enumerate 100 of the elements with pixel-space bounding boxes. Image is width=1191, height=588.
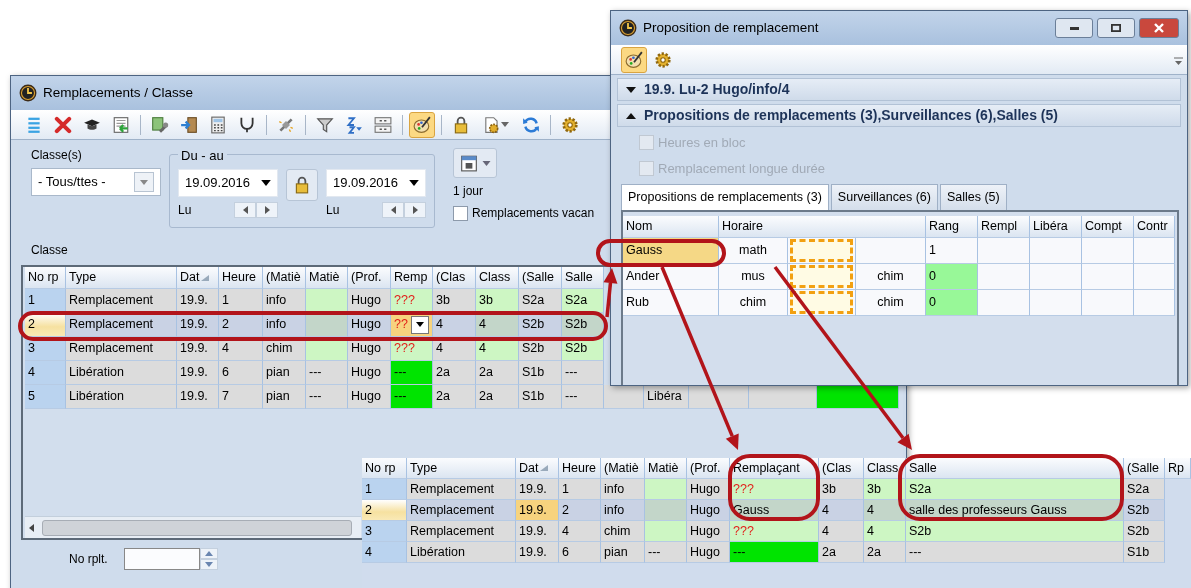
close-button[interactable] — [1139, 18, 1179, 38]
tab[interactable]: Surveillances (6) — [830, 184, 938, 210]
table-cell: 4 — [819, 500, 864, 521]
lock-button[interactable] — [286, 169, 318, 201]
column-header[interactable]: (Clas — [819, 458, 864, 479]
number-field[interactable] — [123, 548, 200, 570]
table-cell: --- — [306, 385, 348, 409]
table-cell — [306, 313, 348, 337]
left-arrow-icon — [29, 523, 34, 532]
caret-icon — [140, 179, 148, 185]
column-header[interactable]: Compt — [1082, 215, 1134, 238]
table-cell: Remplacement — [407, 479, 516, 500]
column-header[interactable]: (Prof. — [348, 267, 391, 289]
callout-arrow — [603, 268, 618, 318]
column-header[interactable]: Matiè — [645, 458, 687, 479]
row-number[interactable]: 1 — [25, 289, 66, 313]
sort-arrow-icon — [540, 465, 549, 471]
next-button[interactable] — [256, 202, 278, 218]
table-cell — [645, 479, 687, 500]
table-cell: Remplacement — [407, 500, 516, 521]
column-header[interactable]: Matiè — [306, 267, 348, 289]
column-header[interactable]: Rempl — [978, 215, 1030, 238]
column-header[interactable]: Heure — [559, 458, 601, 479]
column-header[interactable]: (Salle — [1124, 458, 1165, 479]
tab[interactable]: Salles (5) — [939, 184, 1007, 210]
table-cell — [645, 500, 687, 521]
column-header[interactable]: Remp — [391, 267, 433, 289]
column-header[interactable]: No rp — [362, 458, 407, 479]
horizontal-scrollbar[interactable] — [25, 516, 361, 538]
table-cell: 0 — [926, 263, 978, 290]
column-header[interactable]: (Prof. — [687, 458, 730, 479]
table-cell: 4 — [864, 521, 906, 542]
date-field[interactable]: 19.09.2016 — [178, 169, 278, 197]
previous-button[interactable] — [234, 202, 256, 218]
previous-button[interactable] — [382, 202, 404, 218]
table-icon — [374, 115, 392, 134]
column-header[interactable]: (Matiè — [263, 267, 306, 289]
table-cell: --- — [730, 542, 819, 563]
table-cell: Hugo — [348, 313, 391, 337]
palette-icon — [413, 115, 431, 134]
column-header[interactable]: Dat — [177, 267, 219, 289]
table-cell: Hugo — [348, 385, 391, 409]
column-header[interactable]: (Salle — [519, 267, 562, 289]
table-cell: info — [601, 500, 645, 521]
table-cell: 4 — [559, 521, 601, 542]
column-header[interactable]: (Matiè — [601, 458, 645, 479]
palette-icon — [625, 50, 643, 69]
table-cell: pian — [263, 361, 306, 385]
table-cell: S2b — [519, 313, 562, 337]
day-label: Lu — [326, 202, 340, 219]
column-header[interactable]: Dat — [516, 458, 559, 479]
column-header[interactable]: Contr — [1134, 215, 1175, 238]
next-button[interactable] — [404, 202, 426, 218]
column-header[interactable]: Horaire — [719, 215, 926, 238]
day-label: Lu — [178, 202, 192, 219]
column-header[interactable]: Type — [407, 458, 516, 479]
column-header[interactable]: (Clas — [433, 267, 476, 289]
column-header[interactable]: Type — [66, 267, 177, 289]
row-number[interactable]: 3 — [362, 521, 407, 542]
toolbar-button[interactable] — [409, 111, 435, 138]
column-header[interactable]: Libéra — [1030, 215, 1082, 238]
class-select[interactable]: - Tous/ttes - — [31, 168, 161, 196]
table-cell: Remplacement — [66, 289, 177, 313]
table-cell: 2a — [819, 542, 864, 563]
column-header[interactable]: Class — [476, 267, 519, 289]
table-cell: 19.9. — [177, 313, 219, 337]
column-header[interactable]: Heure — [219, 267, 263, 289]
caret-icon — [409, 180, 419, 186]
wrench-icon — [151, 115, 169, 134]
column-header[interactable]: Nom — [623, 215, 719, 238]
section-header[interactable]: 19.9. Lu-2 Hugo/info/4 — [617, 78, 1181, 101]
section-header[interactable]: Propositions de remplacements (3),Surveillances (6),Salles (5) — [617, 104, 1181, 127]
table-cell: 3b — [864, 479, 906, 500]
filter-icon — [316, 115, 334, 134]
dropdown-button[interactable] — [411, 315, 429, 334]
row-number[interactable]: 2 — [362, 500, 407, 521]
checkbox[interactable] — [453, 205, 468, 221]
column-header[interactable]: Rp — [1165, 458, 1191, 479]
tab[interactable]: Propositions de remplacements (3) — [621, 184, 829, 210]
column-header[interactable]: Salle — [562, 267, 604, 289]
column-header[interactable]: Rang — [926, 215, 978, 238]
column-header[interactable]: Salle — [906, 458, 1124, 479]
column-header[interactable]: Class — [864, 458, 906, 479]
date-field[interactable]: 19.09.2016 — [326, 169, 426, 197]
spin-up-button[interactable] — [199, 548, 218, 559]
table-cell: 19.9. — [516, 521, 559, 542]
right-arrow-icon — [264, 206, 270, 214]
row-number[interactable]: 5 — [25, 385, 66, 409]
column-header[interactable]: No rp — [25, 267, 66, 289]
row-number[interactable]: 4 — [362, 542, 407, 563]
toolbar-button[interactable] — [621, 46, 647, 73]
row-number[interactable]: 4 — [25, 361, 66, 385]
calendar-dropdown-button[interactable] — [453, 148, 497, 178]
maximize-button[interactable] — [1097, 18, 1135, 38]
scrollbar-thumb[interactable] — [42, 519, 352, 536]
settings-icon — [561, 115, 579, 134]
spin-down-button[interactable] — [199, 559, 218, 570]
minimize-button[interactable] — [1055, 18, 1093, 38]
down-arrow-icon — [204, 562, 213, 567]
row-number[interactable]: 1 — [362, 479, 407, 500]
